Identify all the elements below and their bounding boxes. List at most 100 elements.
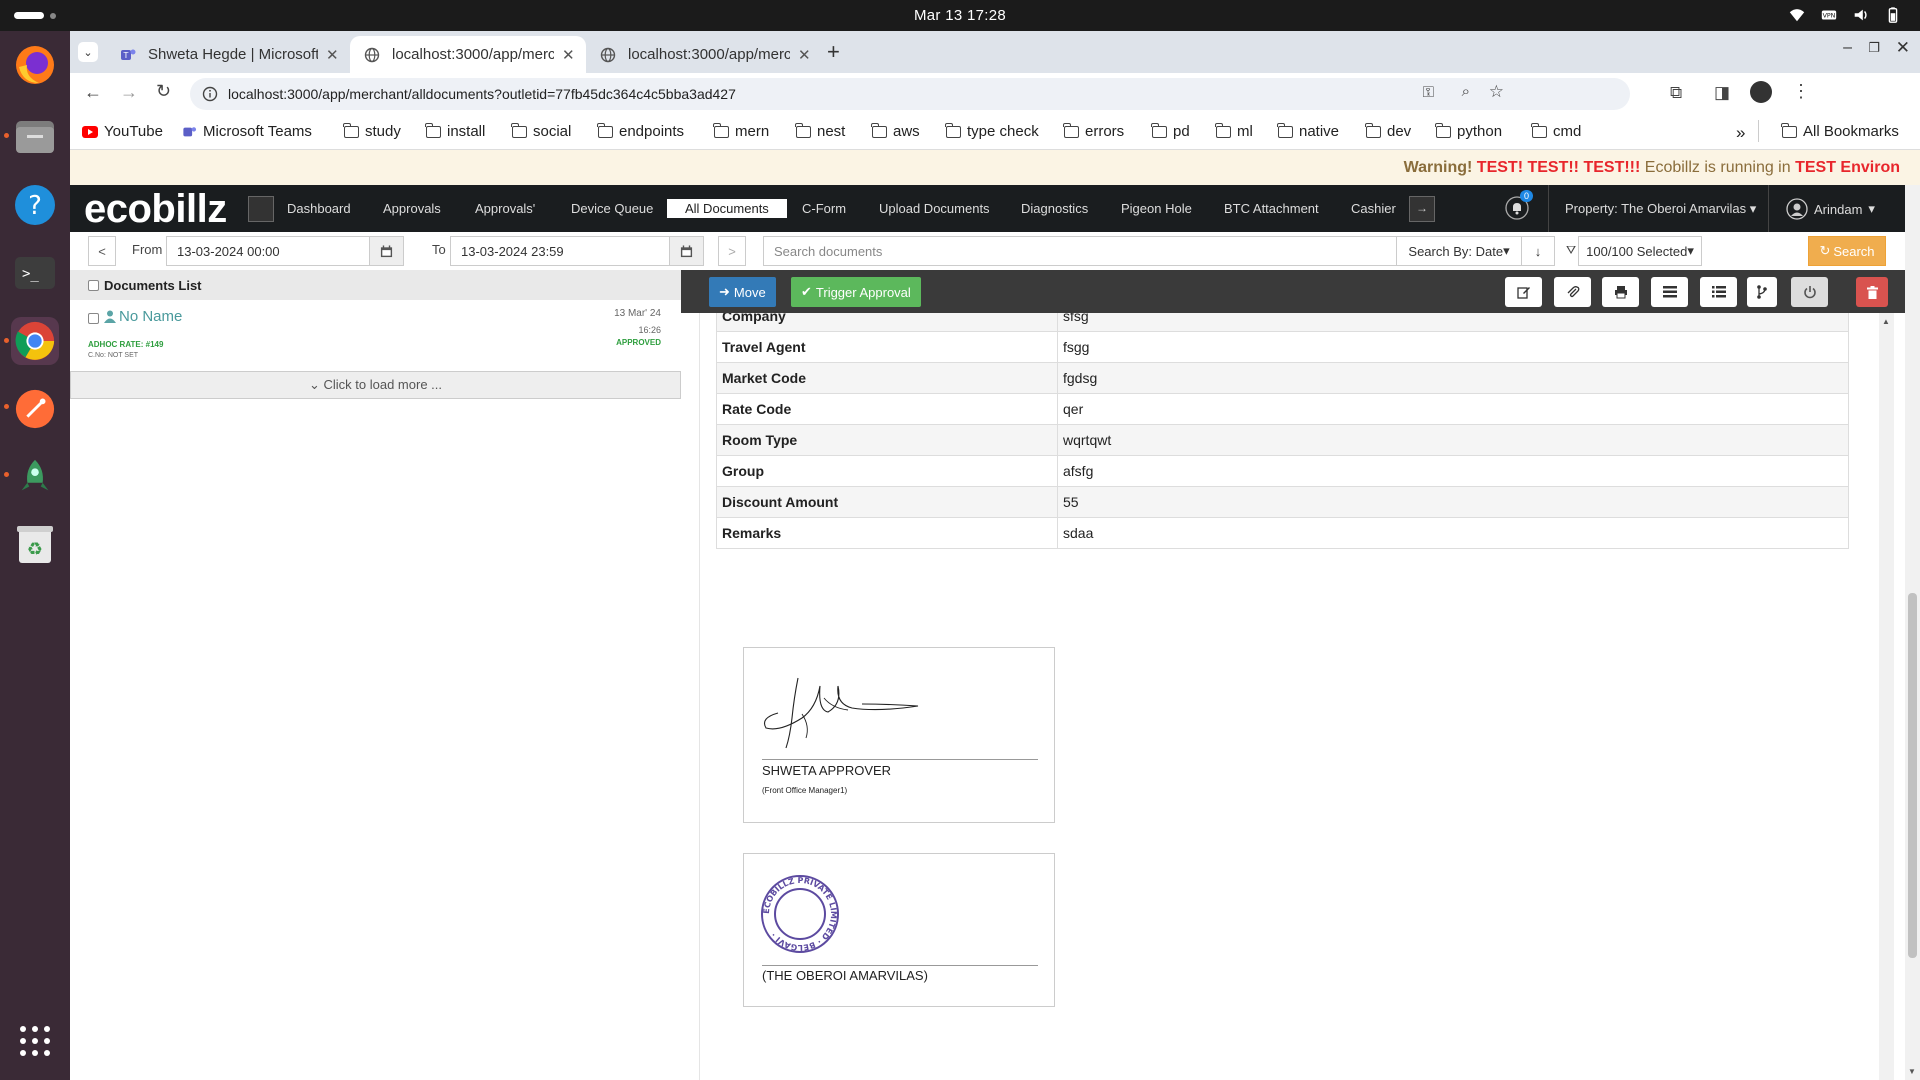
from-calendar-button[interactable] bbox=[369, 236, 404, 266]
bookmark-folder-nest[interactable]: nest bbox=[795, 122, 845, 140]
bookmark-folder-pd[interactable]: pd bbox=[1151, 122, 1190, 140]
firefox-icon[interactable] bbox=[11, 41, 59, 89]
rocket-icon[interactable] bbox=[11, 453, 59, 501]
numbered-list-icon[interactable] bbox=[1700, 277, 1737, 307]
bookmark-folder-type-check[interactable]: type check bbox=[945, 122, 1039, 140]
tab-alldocuments[interactable]: localhost:3000/app/merchant/alldocuments… bbox=[350, 36, 586, 73]
bookmark-folder-dev[interactable]: dev bbox=[1365, 122, 1411, 140]
select-all-checkbox[interactable] bbox=[88, 279, 99, 291]
scroll-down-icon[interactable]: ▼ bbox=[1908, 1067, 1916, 1076]
list-item-checkbox[interactable] bbox=[88, 313, 99, 324]
bookmark-folder-errors[interactable]: errors bbox=[1063, 122, 1124, 140]
bookmark-folder-endpoints[interactable]: endpoints bbox=[597, 122, 684, 140]
nav-all-documents[interactable]: All Documents bbox=[667, 199, 787, 218]
ecobillz-logo[interactable]: ecobillz bbox=[84, 189, 227, 229]
print-icon[interactable] bbox=[1602, 277, 1639, 307]
nav-upload-documents[interactable]: Upload Documents bbox=[879, 201, 990, 216]
nav-pigeon-hole[interactable]: Pigeon Hole bbox=[1121, 201, 1192, 216]
nav-diagnostics[interactable]: Diagnostics bbox=[1021, 201, 1088, 216]
logout-arrow-button[interactable]: → bbox=[1409, 196, 1435, 222]
nav-device-queue[interactable]: Device Queue bbox=[571, 201, 653, 216]
nav-approvals-alt[interactable]: Approvals' bbox=[475, 201, 535, 216]
nav-cashier[interactable]: Cashier bbox=[1351, 201, 1396, 216]
nav-btc-attachment[interactable]: BTC Attachment bbox=[1224, 201, 1319, 216]
bookmark-folder-aws[interactable]: aws bbox=[871, 122, 920, 140]
zoom-icon[interactable]: ⌕ bbox=[1462, 83, 1470, 100]
document-name[interactable]: No Name bbox=[119, 308, 182, 325]
close-window-button[interactable]: ✕ bbox=[1896, 38, 1910, 58]
address-bar[interactable]: localhost:3000/app/merchant/alldocuments… bbox=[190, 78, 1630, 110]
site-info-icon[interactable] bbox=[202, 86, 218, 102]
power-icon[interactable] bbox=[1791, 277, 1828, 307]
sidebar-toggle-button[interactable] bbox=[248, 196, 274, 222]
tab-search-button[interactable]: ⌄ bbox=[78, 42, 98, 62]
new-tab-button[interactable]: + bbox=[827, 39, 840, 65]
scroll-up-icon[interactable]: ▲ bbox=[1882, 317, 1890, 326]
bookmark-folder-python[interactable]: python bbox=[1435, 122, 1502, 140]
reload-button[interactable]: ↻ bbox=[156, 81, 171, 102]
trash-icon[interactable]: ♻ bbox=[11, 521, 59, 569]
terminal-icon[interactable]: >_ bbox=[11, 249, 59, 297]
help-icon[interactable]: ? bbox=[11, 181, 59, 229]
tab-merchant[interactable]: localhost:3000/app/merchant ✕ bbox=[586, 36, 822, 73]
delete-icon[interactable] bbox=[1856, 277, 1888, 307]
side-panel-icon[interactable]: ◨ bbox=[1714, 83, 1730, 103]
load-more-button[interactable]: ⌄ Click to load more ... bbox=[70, 371, 681, 399]
minimize-button[interactable]: – bbox=[1843, 39, 1852, 57]
bookmark-folder-install[interactable]: install bbox=[425, 122, 485, 140]
attachment-icon[interactable] bbox=[1554, 277, 1591, 307]
branch-icon[interactable] bbox=[1747, 277, 1777, 307]
profile-avatar[interactable] bbox=[1750, 81, 1772, 103]
next-date-button[interactable]: > bbox=[718, 236, 746, 266]
tab-close-icon[interactable]: ✕ bbox=[562, 46, 575, 64]
search-button[interactable]: ↻ Search bbox=[1808, 236, 1886, 266]
bookmark-folder-ml[interactable]: ml bbox=[1215, 122, 1253, 140]
property-dropdown[interactable]: Property: The Oberoi Amarvilas ▾ bbox=[1565, 201, 1756, 217]
sort-direction-button[interactable]: ↓ bbox=[1521, 236, 1555, 266]
key-icon[interactable]: ⚿ bbox=[1423, 84, 1434, 101]
files-icon[interactable] bbox=[11, 113, 59, 161]
tab-close-icon[interactable]: ✕ bbox=[326, 46, 339, 64]
scrollbar-thumb[interactable] bbox=[1908, 593, 1917, 958]
chrome-icon[interactable] bbox=[11, 317, 59, 365]
to-calendar-button[interactable] bbox=[669, 236, 704, 266]
notifications-bell-icon[interactable]: 0 bbox=[1505, 190, 1534, 220]
bookmark-youtube[interactable]: YouTube bbox=[82, 123, 163, 140]
bookmark-folder-native[interactable]: native bbox=[1277, 122, 1339, 140]
from-date-input[interactable]: 13-03-2024 00:00 bbox=[166, 236, 370, 266]
edit-icon[interactable] bbox=[1505, 277, 1542, 307]
nav-dashboard[interactable]: Dashboard bbox=[287, 201, 351, 216]
chrome-menu-icon[interactable]: ⋮ bbox=[1792, 81, 1810, 102]
maximize-button[interactable]: ❐ bbox=[1868, 40, 1880, 56]
apps-grid-icon[interactable] bbox=[11, 1017, 59, 1065]
tab-close-icon[interactable]: ✕ bbox=[798, 46, 811, 64]
nav-approvals[interactable]: Approvals bbox=[383, 201, 441, 216]
more-bookmarks-chevron-icon[interactable]: » bbox=[1736, 123, 1745, 143]
selection-dropdown[interactable]: 100/100 Selected ▾ bbox=[1578, 236, 1702, 266]
trigger-approval-button[interactable]: ✔ Trigger Approval bbox=[791, 277, 921, 307]
bookmark-folder-mern[interactable]: mern bbox=[713, 122, 769, 140]
bookmark-folder-cmd[interactable]: cmd bbox=[1531, 122, 1581, 140]
tab-teams[interactable]: T Shweta Hegde | Microsoft Teams ✕ bbox=[106, 36, 350, 73]
search-by-dropdown[interactable]: Search By: Date ▾ bbox=[1396, 236, 1522, 266]
system-clock[interactable]: Mar 13 17:28 bbox=[0, 7, 1920, 24]
nav-c-form[interactable]: C-Form bbox=[802, 201, 846, 216]
move-button[interactable]: ➜ Move bbox=[709, 277, 776, 307]
user-dropdown[interactable]: Arindam ▾ bbox=[1786, 198, 1875, 220]
postman-icon[interactable] bbox=[11, 385, 59, 433]
inner-scrollbar[interactable]: ▲ bbox=[1879, 313, 1894, 1080]
prev-date-button[interactable]: < bbox=[88, 236, 116, 266]
page-scrollbar[interactable]: ▼ bbox=[1905, 185, 1920, 1080]
bookmark-folder-study[interactable]: study bbox=[343, 122, 401, 140]
forward-button[interactable]: → bbox=[120, 82, 138, 103]
system-tray[interactable]: VPN bbox=[1788, 6, 1902, 24]
bookmark-folder-social[interactable]: social bbox=[511, 122, 571, 140]
all-bookmarks[interactable]: All Bookmarks bbox=[1781, 122, 1899, 140]
back-button[interactable]: ← bbox=[84, 82, 102, 103]
bookmark-teams[interactable]: Microsoft Teams bbox=[182, 123, 312, 140]
list-item[interactable]: No Name 13 Mar' 24 16:26 APPROVED ADHOC … bbox=[70, 300, 681, 371]
search-documents-input[interactable]: Search documents bbox=[763, 236, 1397, 266]
list-view-icon[interactable] bbox=[1651, 277, 1688, 307]
to-date-input[interactable]: 13-03-2024 23:59 bbox=[450, 236, 670, 266]
bookmark-star-icon[interactable]: ☆ bbox=[1489, 82, 1504, 102]
